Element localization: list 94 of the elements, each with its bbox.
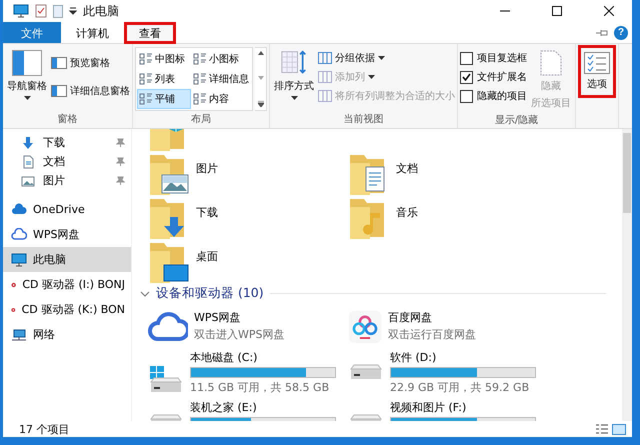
layout-option[interactable]: 内容: [191, 89, 251, 109]
close-icon: [604, 6, 614, 16]
cloud-icon: [11, 228, 27, 242]
scroll-up-icon[interactable]: [258, 51, 264, 55]
checkbox-box[interactable]: [460, 90, 473, 102]
scrollbar-thumb[interactable]: [623, 133, 631, 213]
folder-item[interactable]: 桌面: [148, 239, 348, 283]
folder-item[interactable]: 图片: [148, 151, 348, 195]
checkbox[interactable]: 文件扩展名: [460, 69, 527, 85]
ribbon-tab[interactable]: 查看: [124, 22, 176, 44]
view-icon: [193, 53, 207, 65]
column-icon: [318, 52, 332, 64]
maximize-icon: [552, 6, 562, 16]
cloud-icon: [11, 202, 27, 216]
page-icon: [540, 50, 562, 76]
drive-item[interactable]: 视频和图片 (F:): [348, 400, 548, 421]
monitor-icon[interactable]: [13, 4, 29, 18]
check-icon: [462, 73, 471, 81]
monitor-icon: [11, 252, 27, 266]
view-icon: [139, 53, 153, 65]
item-count: 17 个项目: [19, 422, 70, 436]
scrollbar[interactable]: [622, 129, 632, 421]
caret-icon: [290, 96, 298, 100]
sort-by-button[interactable]: 排序方式: [272, 47, 316, 103]
collapse-chevron-icon[interactable]: [140, 290, 150, 296]
drive-item[interactable]: 本地磁盘 (C:) 11.5 GB 可用，共 58.5 GB: [148, 350, 348, 397]
caret-icon: [368, 75, 375, 79]
sidebar-item[interactable]: CD 驱动器 (I:) BONJ: [3, 272, 131, 297]
group-label: 窗格: [56, 112, 78, 127]
expand-icon[interactable]: [258, 101, 264, 107]
pane-icon: [51, 85, 67, 97]
tiles-view-icon[interactable]: [612, 424, 626, 434]
layout-option[interactable]: 小图标: [191, 49, 251, 69]
sidebar-item[interactable]: OneDrive: [3, 197, 131, 222]
view-icon: [139, 73, 153, 85]
checkbox[interactable]: 隐藏的项目: [460, 88, 527, 104]
navigation-pane-button[interactable]: 导航窗格: [5, 47, 49, 103]
drive-icon: [348, 364, 384, 380]
group-label: 布局: [190, 113, 212, 127]
picture-icon: [21, 174, 37, 188]
group-label: 当前视图: [342, 112, 384, 127]
sidebar-item[interactable]: CD 驱动器 (K:) BON: [3, 297, 131, 322]
view-icon: [193, 73, 207, 85]
folder-item[interactable]: 下载: [148, 195, 348, 239]
layout-option[interactable]: 中图标: [137, 49, 191, 69]
drive-item[interactable]: 软件 (D:) 22.9 GB 可用，共 59.2 GB: [348, 350, 548, 397]
rings-logo-icon: [348, 310, 382, 344]
cloud-icon: [148, 310, 188, 342]
pin-icon: [116, 138, 125, 147]
cloud-drive-item[interactable]: WPS网盘 双击进入WPS网盘: [148, 310, 348, 347]
sidebar-item[interactable]: 下载: [3, 133, 131, 152]
system-drive-icon: [148, 364, 184, 394]
group-label: 显示/隐藏: [494, 114, 540, 128]
file-menu-button[interactable]: 文件: [3, 22, 61, 43]
ribbon-tab[interactable]: 计算机: [63, 22, 122, 43]
options-button[interactable]: 选项: [578, 45, 616, 98]
caret-icon: [378, 56, 385, 60]
pane-layout-icon: [12, 50, 42, 76]
section-header[interactable]: 设备和驱动器 (10): [156, 285, 264, 302]
help-button[interactable]: ?: [614, 26, 628, 40]
view-icon: [139, 93, 153, 105]
column-icon: [318, 71, 332, 83]
pin-icon: [116, 176, 125, 185]
pin-icon: [116, 157, 125, 166]
drive-item[interactable]: 装机之家 (E:): [148, 400, 348, 421]
window-title: 此电脑: [83, 2, 120, 20]
checkbox-box[interactable]: [460, 70, 473, 84]
pane-icon: [51, 57, 67, 69]
pane-button[interactable]: 详细信息窗格: [51, 83, 130, 99]
folder-item[interactable]: 音乐: [348, 195, 548, 239]
checklist-icon[interactable]: [35, 4, 47, 18]
checkbox[interactable]: 项目复选框: [460, 50, 527, 66]
layout-option[interactable]: 平铺: [137, 89, 191, 109]
view-icon: [193, 93, 207, 105]
sidebar-item[interactable]: 图片: [3, 171, 131, 190]
options-list-icon: [584, 52, 610, 74]
cloud-drive-item[interactable]: 百度网盘 双击运行百度网盘: [348, 310, 548, 347]
dropdown-icon[interactable]: [69, 7, 77, 15]
sidebar-item[interactable]: 文档: [3, 152, 131, 171]
sidebar-item[interactable]: WPS网盘: [3, 222, 131, 247]
layout-option[interactable]: 详细信息: [191, 69, 251, 89]
caret-icon: [24, 96, 30, 100]
network-icon: [11, 328, 27, 342]
details-view-icon[interactable]: [596, 424, 608, 434]
pane-button[interactable]: 预览窗格: [51, 55, 130, 71]
layout-option[interactable]: 列表: [137, 69, 191, 89]
sidebar-item[interactable]: 网络: [3, 322, 131, 347]
sort-icon: [281, 50, 307, 76]
checkbox-box[interactable]: [460, 52, 473, 64]
view-command-button[interactable]: 分组依据: [318, 50, 455, 66]
sidebar-item[interactable]: 此电脑: [3, 247, 131, 272]
pin-icon[interactable]: [596, 28, 608, 36]
column-icon: [318, 90, 332, 102]
folder-item[interactable]: 文档: [348, 151, 548, 195]
